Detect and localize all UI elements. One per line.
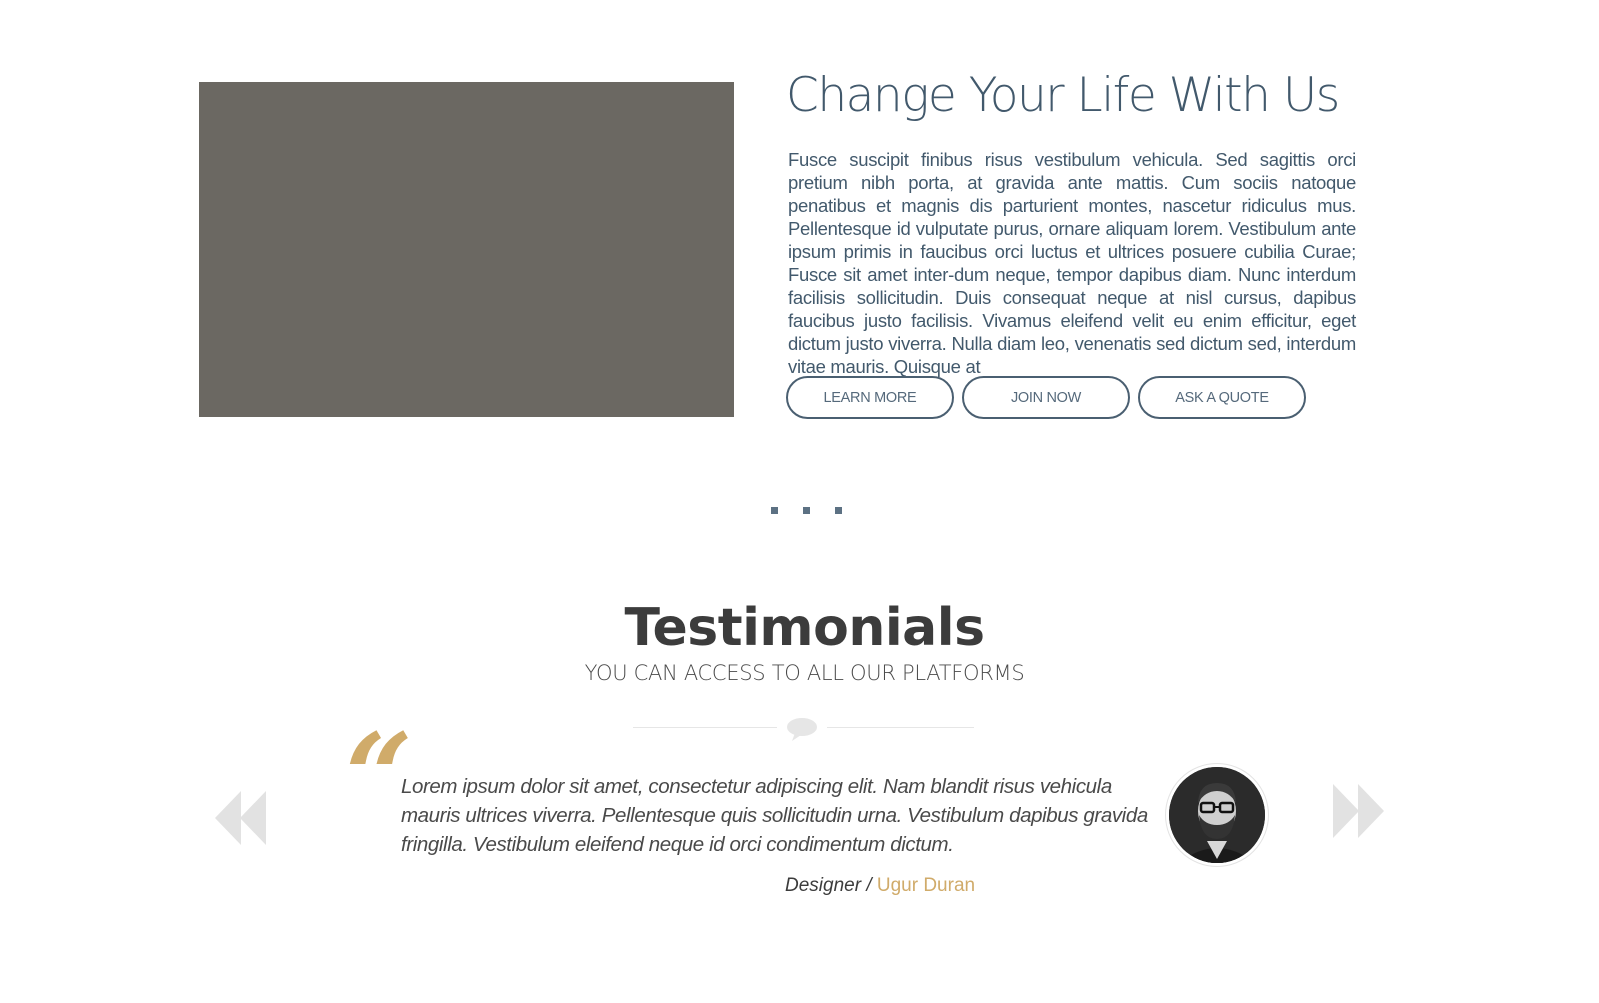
double-chevron-left-icon[interactable] — [215, 789, 273, 847]
slider-pagination — [771, 507, 842, 514]
join-now-button[interactable]: JOIN NOW — [962, 376, 1130, 419]
hero-title: Change Your Life With Us — [786, 68, 1340, 123]
testimonial-quote: Lorem ipsum dolor sit amet, consectetur … — [401, 775, 1148, 856]
pagination-dot-2[interactable] — [803, 507, 810, 514]
pagination-dot-3[interactable] — [835, 507, 842, 514]
person-portrait-icon — [1169, 767, 1265, 863]
learn-more-button[interactable]: LEARN MORE — [786, 376, 954, 419]
testimonials-subtitle: YOU CAN ACCESS TO ALL OUR PLATFORMS — [584, 661, 1025, 685]
avatar — [1165, 763, 1269, 867]
hero-button-group: LEARN MORE JOIN NOW ASK A QUOTE — [786, 376, 1306, 419]
author-name[interactable]: Ugur Duran — [877, 875, 975, 896]
ask-a-quote-button[interactable]: ASK A QUOTE — [1138, 376, 1306, 419]
author-role: Designer / — [785, 875, 877, 896]
speech-bubble-icon — [787, 718, 817, 741]
testimonials-title: Testimonials — [624, 598, 985, 658]
hero-paragraph: Fusce suscipit finibus risus vestibulum … — [788, 149, 1356, 377]
divider-left — [633, 727, 777, 728]
divider-right — [827, 727, 974, 728]
avatar-photo — [1169, 767, 1265, 863]
pagination-dot-1[interactable] — [771, 507, 778, 514]
double-chevron-right-icon[interactable] — [1327, 782, 1385, 840]
testimonial-author: Designer / Ugur Duran — [785, 875, 975, 897]
hero-image — [199, 82, 734, 417]
